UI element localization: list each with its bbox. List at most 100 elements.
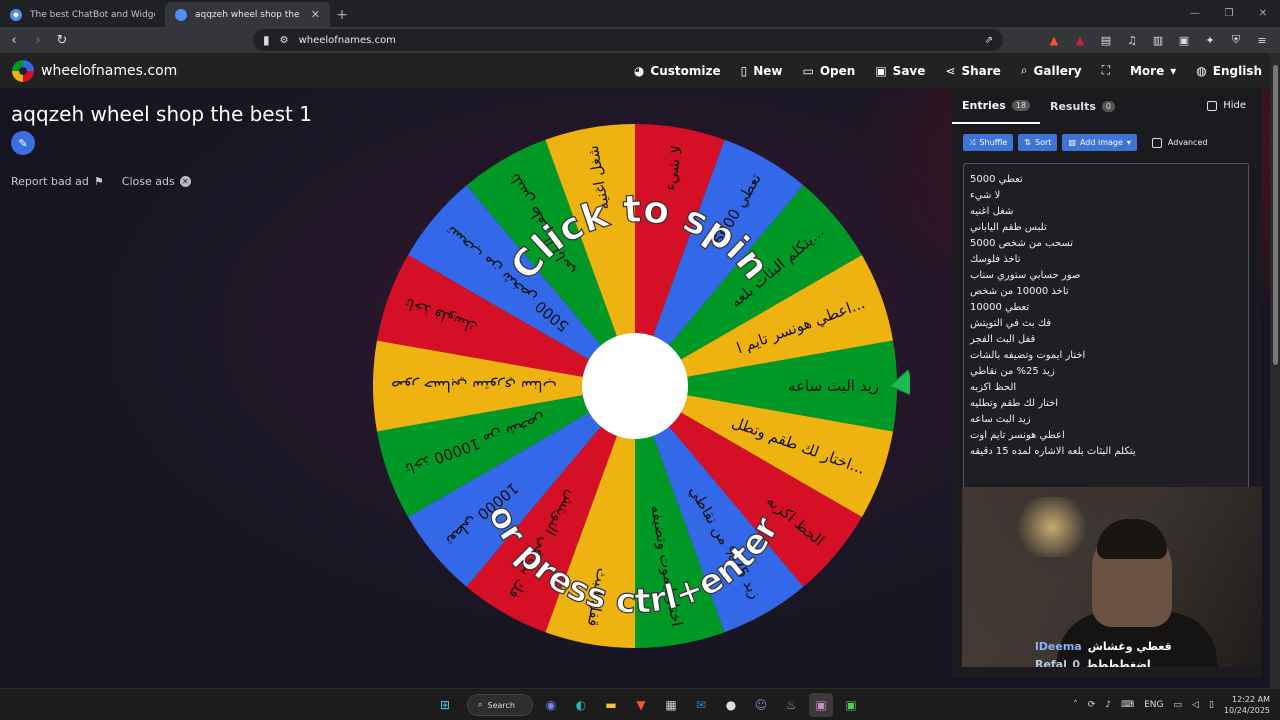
tray-overflow-icon[interactable]: ˄ [1073, 700, 1078, 710]
search-icon: ⌕ [478, 700, 483, 709]
battery-icon[interactable]: ▯ [1209, 700, 1214, 710]
wheel-segment-label: صور حسابي ستوري سناب [391, 376, 557, 395]
customize-button[interactable]: ◕ Customize [634, 64, 721, 78]
brave-shield-icon[interactable]: ▲ [1046, 30, 1062, 50]
site-info-icon[interactable]: ⚙ [280, 35, 289, 46]
browser-tab[interactable]: ◆ The best ChatBot and Widgets for Ki [0, 2, 165, 27]
shuffle-icon: ⤨ [969, 137, 976, 147]
share-page-icon[interactable]: ⇗ [985, 35, 993, 46]
volume-icon[interactable]: ◁ [1192, 700, 1199, 710]
tab-title: aqqzeh wheel shop the best 1 [195, 9, 303, 20]
open-button[interactable]: ▭ Open [803, 64, 856, 78]
sync-icon[interactable]: ⟳ [1088, 700, 1096, 710]
clock[interactable]: 12:22 AM 10/24/2025 [1224, 694, 1270, 716]
entry-line: زيد البث ساعه [970, 414, 1031, 425]
shuffle-button[interactable]: ⤨ Shuffle [963, 134, 1014, 151]
minimize-icon[interactable]: — [1178, 0, 1212, 27]
chat-message: lDeema قعطي وغشاش [1035, 638, 1172, 656]
save-button[interactable]: ▣ Save [875, 64, 925, 78]
ai-icon[interactable]: ✦ [1202, 30, 1218, 50]
nav-label: Gallery [1033, 63, 1082, 78]
music-icon[interactable]: ♫ [1124, 30, 1140, 50]
menu-icon[interactable]: ≡ [1254, 30, 1270, 50]
reader-icon[interactable]: ▤ [1098, 30, 1114, 50]
advanced-label: Advanced [1167, 138, 1208, 147]
browser-tab-active[interactable]: aqqzeh wheel shop the best 1 ✕ [165, 2, 330, 27]
wheel[interactable]: زيد البث ساعه اختار لك طقم وتطل... الحظ اك… [370, 124, 910, 654]
report-ad-link[interactable]: Report bad ad ⚑ [11, 175, 104, 188]
webcam-lights [1012, 497, 1092, 557]
close-ads-link[interactable]: Close ads ✕ [122, 175, 191, 188]
advanced-checkbox[interactable]: Advanced [1151, 137, 1208, 148]
new-tab-button[interactable]: + [330, 2, 354, 27]
edit-title-button[interactable]: ✎ [11, 131, 35, 155]
site-logo[interactable]: wheelofnames.com [12, 60, 177, 82]
tab-title: The best ChatBot and Widgets for Ki [30, 9, 155, 20]
close-tab-icon[interactable]: ✕ [311, 8, 320, 21]
twitch-studio-icon[interactable]: ▣ [839, 693, 863, 717]
entry-line: صور حسابي ستوري سناب [970, 270, 1081, 281]
wheel-logo-icon [12, 60, 34, 82]
edge-icon[interactable]: ◐ [569, 693, 593, 717]
language-indicator[interactable]: ENG [1144, 700, 1163, 710]
entry-line: الحظ اكزبه [970, 382, 1017, 393]
forward-icon[interactable]: › [28, 30, 48, 50]
steam-icon[interactable]: ♨ [779, 693, 803, 717]
entry-line: لا شيء [970, 190, 1001, 201]
search-icon: ⌕ [1020, 63, 1028, 77]
bookmark-icon[interactable]: ▮ [263, 33, 270, 47]
back-icon[interactable]: ‹ [4, 30, 24, 50]
reload-icon[interactable]: ↻ [52, 30, 72, 50]
sort-button[interactable]: ⇅ Sort [1018, 134, 1058, 151]
save-icon: ▣ [875, 63, 887, 78]
outlook-icon[interactable]: ✉ [689, 693, 713, 717]
sidebar-icon[interactable]: ▥ [1150, 30, 1166, 50]
nav-label: More [1129, 63, 1165, 78]
chat-text: اضغطططط [1086, 658, 1151, 667]
url-text[interactable]: wheelofnames.com [299, 35, 975, 46]
start-icon[interactable]: ⊞ [433, 693, 457, 717]
scrollbar-thumb[interactable] [1273, 65, 1278, 365]
restore-icon[interactable]: ❐ [1212, 0, 1246, 27]
entries-count-badge: 18 [1011, 99, 1030, 111]
gallery-button[interactable]: ⌕ Gallery [1021, 63, 1082, 78]
tab-results[interactable]: Results 0 [1040, 88, 1125, 124]
add-image-label: Add image [1079, 138, 1123, 147]
taskbar-search[interactable]: ⌕ Search [467, 694, 533, 716]
more-button[interactable]: More ▾ [1130, 64, 1176, 78]
add-image-button[interactable]: ▨ Add image ▾ [1062, 134, 1137, 151]
obs-icon[interactable]: ● [719, 693, 743, 717]
page-scrollbar[interactable] [1270, 53, 1280, 688]
wheel-svg[interactable]: زيد البث ساعهاختار لك طقم وتطل...الحظ اك… [370, 124, 910, 654]
fullscreen-button[interactable]: ⛶ [1102, 63, 1110, 78]
vpn-icon[interactable]: ⛨ [1228, 30, 1244, 50]
extension-icons: ▲ ▲ ▤ ♫ ▥ ▣ ✦ ⛨ ≡ [1046, 30, 1270, 50]
terminal-icon[interactable]: ▣ [809, 693, 833, 717]
mic-icon[interactable]: ♪ [1105, 700, 1111, 710]
share-button[interactable]: ⋖ Share [945, 64, 1000, 78]
checkbox-icon [1207, 100, 1218, 111]
wheel-center[interactable] [582, 333, 688, 439]
flag-icon: ⚑ [93, 175, 104, 188]
browser-toolbar: ‹ › ↻ ▮ ⚙ wheelofnames.com ⇗ ▲ ▲ ▤ ♫ ▥ ▣… [0, 27, 1280, 53]
page-title: aqqzeh wheel shop the best 1 [11, 102, 312, 126]
entry-line: فك بث في التويتش [970, 318, 1052, 329]
rewards-icon[interactable]: ▲ [1072, 30, 1088, 50]
tab-favicon-icon: ◆ [10, 8, 22, 21]
file-explorer-icon[interactable]: ▬ [599, 693, 623, 717]
globe-icon: ◍ [1196, 63, 1207, 78]
brave-icon[interactable]: ▼ [629, 693, 653, 717]
new-button[interactable]: ▯ New [741, 64, 783, 78]
tab-entries[interactable]: Entries 18 [952, 88, 1040, 124]
teams-icon[interactable]: ◉ [539, 693, 563, 717]
discord-icon[interactable]: ☺ [749, 693, 773, 717]
calculator-icon[interactable]: ▦ [659, 693, 683, 717]
hide-checkbox[interactable]: Hide [1207, 100, 1246, 111]
search-label: Search [487, 700, 515, 710]
address-bar[interactable]: ▮ ⚙ wheelofnames.com ⇗ [253, 29, 1003, 51]
keyboard-icon[interactable]: ⌨ [1121, 700, 1134, 710]
close-window-icon[interactable]: ✕ [1246, 0, 1280, 27]
language-button[interactable]: ◍ English [1196, 64, 1262, 78]
network-icon[interactable]: ▭ [1174, 700, 1183, 710]
wallet-icon[interactable]: ▣ [1176, 30, 1192, 50]
